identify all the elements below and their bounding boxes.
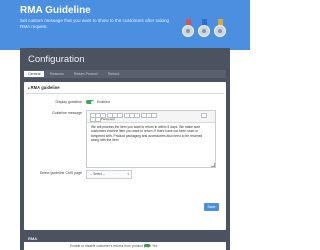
cms-page-label: Select guideline CMS page (39, 171, 82, 175)
rma-panel: Enable or disable customer's returns fro… (24, 242, 226, 250)
banner: RMA Guideline Set custom message that yo… (0, 0, 250, 50)
tab-bar: General Reasons Return Product Refund (24, 70, 226, 78)
save-button[interactable]: Save (204, 203, 219, 211)
image-button[interactable] (134, 112, 140, 118)
source-code-button[interactable] (201, 112, 207, 118)
award-badge-icon (198, 25, 210, 37)
chevron-down-icon: ▾ (127, 172, 129, 176)
tab-refund[interactable]: Refund (108, 71, 119, 77)
editor-toolbar: Paragraph (87, 111, 215, 123)
display-guideline-toggle[interactable] (86, 100, 94, 104)
guideline-message-label: Guideline message (52, 111, 82, 115)
tab-reasons[interactable]: Reasons (50, 71, 64, 77)
panel-heading: RMA guideline (28, 85, 60, 90)
display-guideline-label: Display guideline (55, 100, 82, 104)
align-right-button[interactable] (117, 112, 123, 118)
editor-content[interactable]: We will process the item you want to ret… (91, 125, 209, 142)
toggle-knob (90, 100, 94, 104)
rma-toggle[interactable] (144, 244, 150, 247)
award-badge-icon (182, 25, 194, 37)
configuration-window: Configuration General Reasons Return Pro… (20, 48, 230, 250)
tab-general[interactable]: General (24, 71, 45, 77)
app-frame: RMA Guideline Set custom message that yo… (0, 0, 250, 250)
section-heading: RMA (28, 236, 38, 241)
divider (26, 93, 224, 94)
tab-return-product[interactable]: Return Product (74, 71, 98, 77)
banner-subtitle: Set custom message that you want to show… (20, 18, 170, 29)
cms-page-select[interactable]: -- Select -- ▾ (86, 170, 132, 179)
guideline-message-editor[interactable]: Paragraph We will process the item you w… (86, 110, 216, 168)
resize-handle-icon[interactable] (210, 162, 215, 167)
banner-title: RMA Guideline (20, 5, 91, 16)
award-badge-icon (214, 25, 226, 37)
page-title: Configuration (28, 54, 85, 65)
display-guideline-value: Enabled (97, 99, 110, 104)
settings-panel: RMA guideline Display guideline Enabled … (24, 82, 226, 230)
cms-page-select-value: -- Select -- (90, 172, 105, 176)
paragraph-format-select[interactable]: Paragraph (101, 117, 115, 121)
redo-button[interactable] (151, 112, 157, 118)
rma-toggle-value: Yes (152, 243, 158, 248)
rma-setting-label: Enable or disable customer's returns fro… (70, 244, 152, 248)
